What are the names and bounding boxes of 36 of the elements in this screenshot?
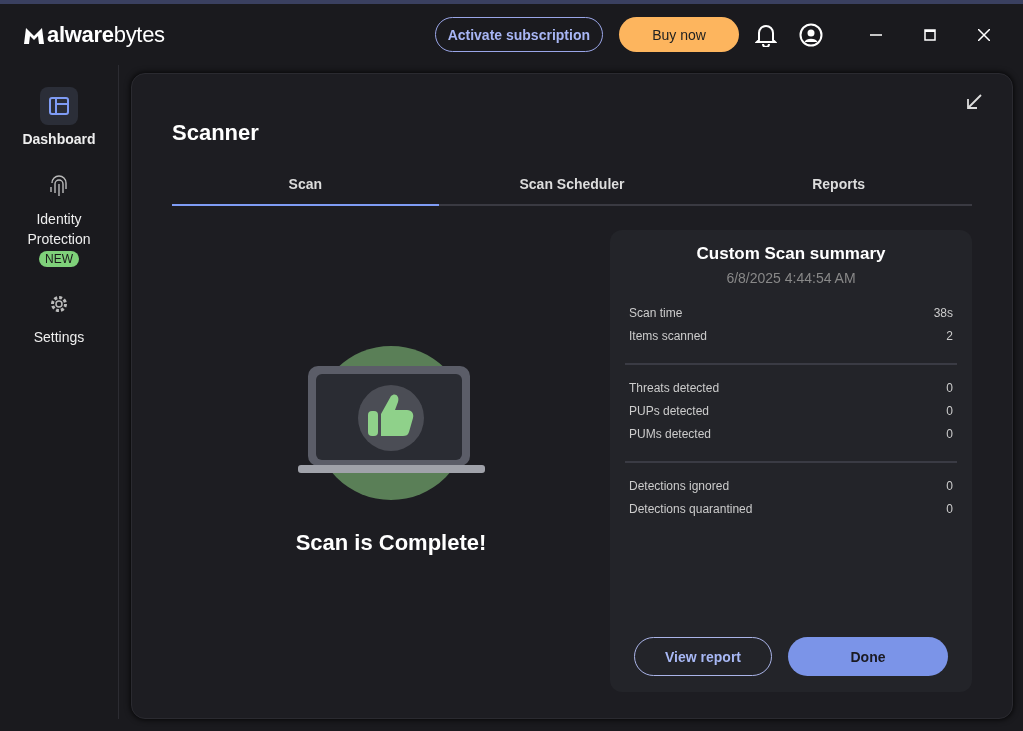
close-icon[interactable] — [978, 28, 990, 41]
maximize-icon[interactable] — [924, 28, 936, 41]
done-button[interactable]: Done — [788, 637, 948, 676]
summary-value: 2 — [946, 329, 953, 343]
collapse-arrow-icon[interactable] — [966, 94, 982, 110]
dashboard-icon — [49, 97, 69, 115]
summary-label: Detections ignored — [629, 479, 730, 493]
sidebar-item[interactable]: Dashboard — [9, 87, 109, 149]
summary-value: 0 — [946, 502, 953, 516]
summary-label: PUMs detected — [629, 427, 712, 441]
summary-label: Threats detected — [629, 381, 720, 395]
summary-label: Items scanned — [629, 329, 708, 343]
summary-title: Custom Scan summary — [695, 244, 887, 264]
sidebar-item[interactable]: Identity Protection NEW — [9, 167, 109, 267]
summary-value: 38s — [933, 306, 953, 320]
scan-complete-message: Scan is Complete! — [295, 530, 487, 556]
summary-value: 0 — [946, 381, 953, 395]
scanner-title: Scanner — [172, 120, 260, 146]
summary-value: 0 — [946, 427, 953, 441]
tab[interactable]: Scan — [172, 168, 439, 206]
sidebar-item[interactable]: Settings — [9, 285, 109, 347]
buy-now-button[interactable]: Buy now — [619, 17, 739, 52]
settings-icon — [49, 294, 69, 314]
logo-text: alwarebytes — [47, 21, 165, 48]
summary-label: PUPs detected — [629, 404, 710, 418]
account-icon[interactable] — [799, 22, 823, 47]
summary-label: Scan time — [629, 306, 683, 320]
tab[interactable]: Reports — [705, 168, 972, 206]
bell-icon[interactable] — [755, 22, 777, 47]
summary-value: 0 — [946, 479, 953, 493]
new-badge: NEW — [39, 251, 79, 267]
summary-value: 0 — [946, 404, 953, 418]
tab[interactable]: Scan Scheduler — [438, 168, 706, 206]
summary-label: Detections quarantined — [629, 502, 753, 516]
fingerprint-icon — [49, 175, 69, 197]
summary-date: 6/8/2025 4:44:54 AM — [725, 270, 857, 286]
